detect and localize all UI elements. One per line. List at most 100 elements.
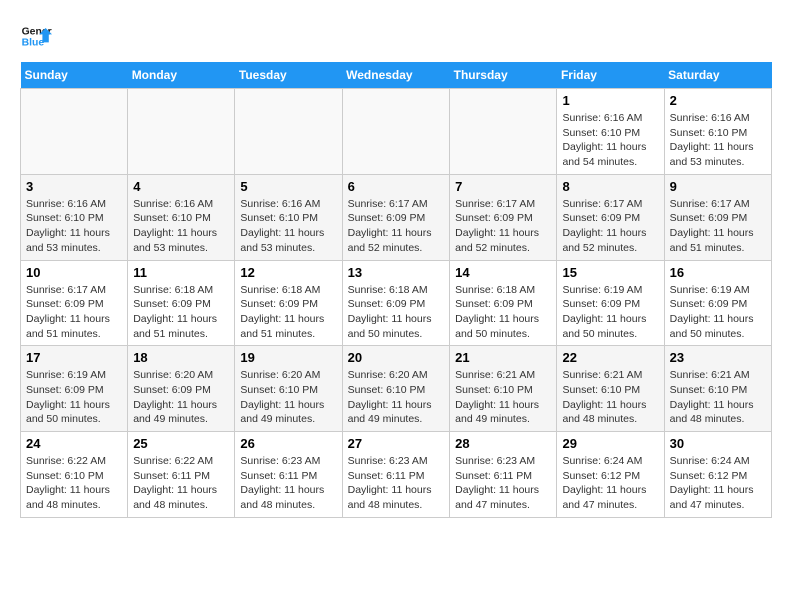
calendar-cell: 3Sunrise: 6:16 AM Sunset: 6:10 PM Daylig… [21,174,128,260]
calendar-cell: 27 Sunrise: 6:23 AM Sunset: 6:11 PM Dayli… [342,432,450,518]
day-number: 16 [670,265,766,280]
day-number: 15 [562,265,658,280]
day-info: Sunrise: 6:23 AM Sunset: 6:11 PM Dayligh… [348,454,445,513]
day-number: 10 [26,265,122,280]
day-number: 1 [562,93,658,108]
day-number: 2 [670,93,766,108]
day-number: 17 [26,350,122,365]
day-number: 13 [348,265,445,280]
calendar-cell: 14 Sunrise: 6:18 AM Sunset: 6:09 PM Dayli… [450,260,557,346]
day-info: Sunrise: 6:21 AM Sunset: 6:10 PM Dayligh… [670,368,766,427]
calendar-cell: 1 Sunrise: 6:16 AM Sunset: 6:10 PM Daylig… [557,89,664,175]
calendar-cell: 29 Sunrise: 6:24 AM Sunset: 6:12 PM Dayli… [557,432,664,518]
calendar-cell [342,89,450,175]
svg-text:Blue: Blue [22,38,45,49]
day-number: 21 [455,350,551,365]
header-wednesday: Wednesday [342,62,450,89]
calendar-cell: 8 Sunrise: 6:17 AM Sunset: 6:09 PM Daylig… [557,174,664,260]
day-number: 26 [240,436,336,451]
day-number: 11 [133,265,229,280]
day-number: 29 [562,436,658,451]
day-number: 4 [133,179,229,194]
day-info: Sunrise: 6:16 AM Sunset: 6:10 PM Dayligh… [240,197,336,256]
calendar-cell: 22 Sunrise: 6:21 AM Sunset: 6:10 PM Dayli… [557,346,664,432]
calendar-cell: 19 Sunrise: 6:20 AM Sunset: 6:10 PM Dayli… [235,346,342,432]
day-info: Sunrise: 6:17 AM Sunset: 6:09 PM Dayligh… [348,197,445,256]
day-info: Sunrise: 6:20 AM Sunset: 6:10 PM Dayligh… [348,368,445,427]
day-info: Sunrise: 6:20 AM Sunset: 6:10 PM Dayligh… [240,368,336,427]
day-info: Sunrise: 6:20 AM Sunset: 6:09 PM Dayligh… [133,368,229,427]
calendar-cell: 23 Sunrise: 6:21 AM Sunset: 6:10 PM Dayli… [664,346,771,432]
calendar-cell [235,89,342,175]
day-number: 18 [133,350,229,365]
calendar-cell: 18 Sunrise: 6:20 AM Sunset: 6:09 PM Dayli… [128,346,235,432]
day-number: 28 [455,436,551,451]
calendar-cell: 24Sunrise: 6:22 AM Sunset: 6:10 PM Dayli… [21,432,128,518]
calendar-cell [128,89,235,175]
day-number: 30 [670,436,766,451]
calendar-table: SundayMondayTuesdayWednesdayThursdayFrid… [20,62,772,518]
day-info: Sunrise: 6:17 AM Sunset: 6:09 PM Dayligh… [562,197,658,256]
day-info: Sunrise: 6:16 AM Sunset: 6:10 PM Dayligh… [133,197,229,256]
day-number: 14 [455,265,551,280]
calendar-cell: 26 Sunrise: 6:23 AM Sunset: 6:11 PM Dayli… [235,432,342,518]
day-number: 23 [670,350,766,365]
header-thursday: Thursday [450,62,557,89]
calendar-cell: 9 Sunrise: 6:17 AM Sunset: 6:09 PM Daylig… [664,174,771,260]
header-friday: Friday [557,62,664,89]
day-info: Sunrise: 6:19 AM Sunset: 6:09 PM Dayligh… [562,283,658,342]
header-sunday: Sunday [21,62,128,89]
calendar-cell: 6 Sunrise: 6:17 AM Sunset: 6:09 PM Daylig… [342,174,450,260]
calendar-cell: 30 Sunrise: 6:24 AM Sunset: 6:12 PM Dayli… [664,432,771,518]
day-info: Sunrise: 6:24 AM Sunset: 6:12 PM Dayligh… [562,454,658,513]
day-info: Sunrise: 6:17 AM Sunset: 6:09 PM Dayligh… [455,197,551,256]
day-info: Sunrise: 6:16 AM Sunset: 6:10 PM Dayligh… [562,111,658,170]
header-monday: Monday [128,62,235,89]
day-number: 6 [348,179,445,194]
calendar-cell: 5 Sunrise: 6:16 AM Sunset: 6:10 PM Daylig… [235,174,342,260]
day-number: 9 [670,179,766,194]
day-info: Sunrise: 6:18 AM Sunset: 6:09 PM Dayligh… [348,283,445,342]
calendar-cell: 20 Sunrise: 6:20 AM Sunset: 6:10 PM Dayli… [342,346,450,432]
day-number: 25 [133,436,229,451]
header-saturday: Saturday [664,62,771,89]
day-info: Sunrise: 6:22 AM Sunset: 6:11 PM Dayligh… [133,454,229,513]
calendar-cell: 13 Sunrise: 6:18 AM Sunset: 6:09 PM Dayli… [342,260,450,346]
day-info: Sunrise: 6:24 AM Sunset: 6:12 PM Dayligh… [670,454,766,513]
calendar-cell: 16Sunrise: 6:19 AM Sunset: 6:09 PM Dayli… [664,260,771,346]
day-info: Sunrise: 6:23 AM Sunset: 6:11 PM Dayligh… [240,454,336,513]
day-info: Sunrise: 6:16 AM Sunset: 6:10 PM Dayligh… [670,111,766,170]
calendar-cell: 15 Sunrise: 6:19 AM Sunset: 6:09 PM Dayli… [557,260,664,346]
week-row-1: 1 Sunrise: 6:16 AM Sunset: 6:10 PM Daylig… [21,89,772,175]
day-info: Sunrise: 6:21 AM Sunset: 6:10 PM Dayligh… [455,368,551,427]
day-number: 3 [26,179,122,194]
logo-icon: General Blue [20,20,52,52]
day-number: 5 [240,179,336,194]
calendar-cell: 28Sunrise: 6:23 AM Sunset: 6:11 PM Dayli… [450,432,557,518]
header-tuesday: Tuesday [235,62,342,89]
day-info: Sunrise: 6:19 AM Sunset: 6:09 PM Dayligh… [26,368,122,427]
calendar-cell: 11Sunrise: 6:18 AM Sunset: 6:09 PM Dayli… [128,260,235,346]
calendar-cell: 7 Sunrise: 6:17 AM Sunset: 6:09 PM Daylig… [450,174,557,260]
day-info: Sunrise: 6:17 AM Sunset: 6:09 PM Dayligh… [670,197,766,256]
calendar-cell: 25 Sunrise: 6:22 AM Sunset: 6:11 PM Dayli… [128,432,235,518]
week-row-5: 24Sunrise: 6:22 AM Sunset: 6:10 PM Dayli… [21,432,772,518]
calendar-cell: 10 Sunrise: 6:17 AM Sunset: 6:09 PM Dayli… [21,260,128,346]
day-number: 7 [455,179,551,194]
day-number: 20 [348,350,445,365]
week-row-4: 17 Sunrise: 6:19 AM Sunset: 6:09 PM Dayli… [21,346,772,432]
logo: General Blue [20,20,56,52]
calendar-cell: 21 Sunrise: 6:21 AM Sunset: 6:10 PM Dayli… [450,346,557,432]
day-number: 8 [562,179,658,194]
day-info: Sunrise: 6:21 AM Sunset: 6:10 PM Dayligh… [562,368,658,427]
page-header: General Blue [20,20,772,52]
day-number: 22 [562,350,658,365]
day-info: Sunrise: 6:18 AM Sunset: 6:09 PM Dayligh… [455,283,551,342]
day-number: 27 [348,436,445,451]
day-number: 19 [240,350,336,365]
calendar-header-row: SundayMondayTuesdayWednesdayThursdayFrid… [21,62,772,89]
day-info: Sunrise: 6:17 AM Sunset: 6:09 PM Dayligh… [26,283,122,342]
calendar-cell [21,89,128,175]
calendar-cell [450,89,557,175]
calendar-cell: 12Sunrise: 6:18 AM Sunset: 6:09 PM Dayli… [235,260,342,346]
